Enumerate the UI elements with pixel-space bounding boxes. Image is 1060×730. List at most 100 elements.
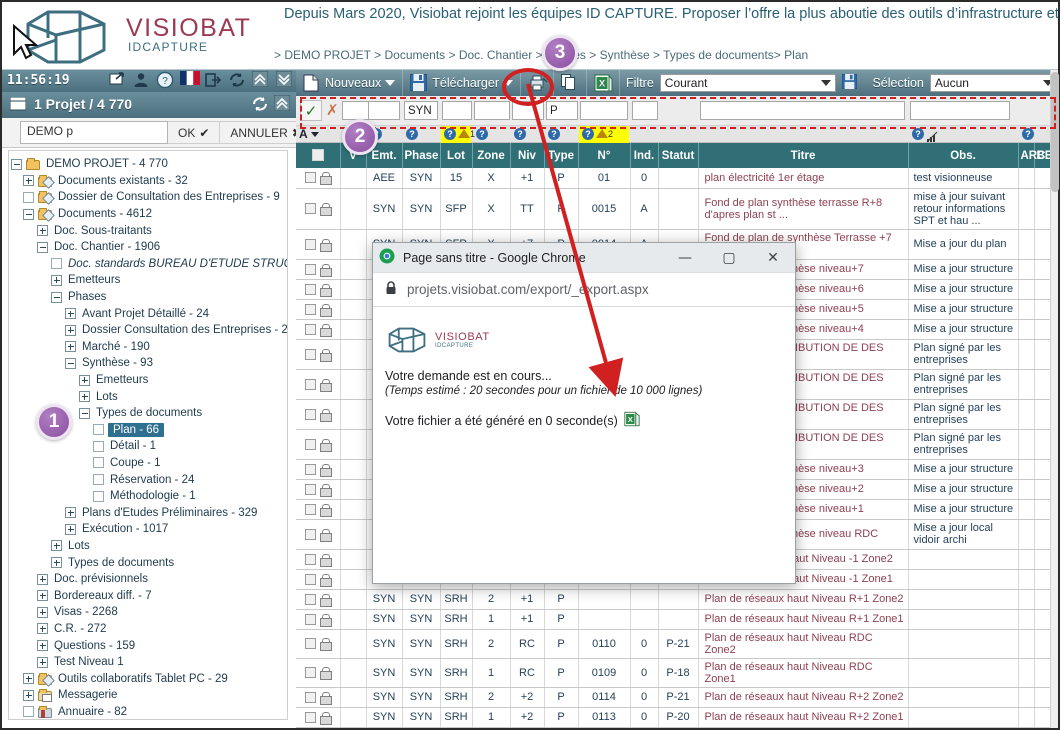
lock-icon[interactable] [320, 691, 333, 705]
row-select-cell[interactable] [296, 687, 341, 708]
row-select-cell[interactable] [296, 479, 341, 500]
export-dialog-window[interactable]: Page sans titre - Google Chrome — ▢ ✕ pr… [372, 242, 796, 584]
expand-icon[interactable] [65, 324, 76, 336]
tree-node[interactable]: Dossier Consultation des Entreprises - 2… [11, 322, 287, 339]
expand-icon[interactable] [23, 175, 34, 187]
tree-node[interactable]: Réservation - 24 [11, 471, 287, 488]
lock-icon[interactable] [320, 463, 333, 477]
row-select-cell[interactable] [296, 459, 341, 480]
col-header-statut[interactable]: Statut [658, 143, 699, 168]
tree-node[interactable]: Marché - 190 [11, 339, 287, 356]
user-icon[interactable] [132, 71, 150, 89]
tree-node[interactable]: Questions - 159 [11, 637, 287, 654]
lock-icon[interactable] [320, 348, 333, 362]
row-checkbox[interactable] [305, 553, 317, 565]
col-header-ind[interactable]: Ind. [630, 143, 659, 168]
expand-icon[interactable] [37, 225, 48, 237]
tree-node[interactable]: Méthodologie - 1 [11, 488, 287, 505]
lock-icon[interactable] [320, 638, 333, 652]
collapse-all-icon[interactable] [251, 70, 270, 89]
tree-node[interactable]: Annuaire - 82 [11, 704, 287, 719]
copy-button[interactable] [554, 70, 587, 96]
tree-node[interactable]: Avant Projet Détaillé - 24 [11, 305, 287, 322]
row-checkbox[interactable] [305, 238, 317, 250]
tree-node[interactable]: Documents existants - 32 [11, 173, 287, 190]
tree-node[interactable]: Phases [11, 289, 287, 306]
col-header-lot[interactable]: Lot [440, 143, 473, 168]
column-help-icon[interactable]: ? [514, 128, 526, 140]
tree-node[interactable]: Doc. Sous-traitants [11, 222, 287, 239]
lock-icon[interactable] [320, 283, 333, 297]
row-select-cell[interactable] [296, 168, 341, 189]
col-header-arc[interactable]: ARC [1018, 143, 1045, 168]
row-select-cell[interactable] [296, 658, 341, 688]
visiobat-logo[interactable]: VISIOBAT IDCAPTURE [18, 6, 278, 66]
tree-node[interactable]: Documents - 4612 [11, 206, 287, 223]
collapse-icon[interactable] [65, 357, 76, 369]
collapse-icon[interactable] [23, 208, 34, 220]
leaf-icon[interactable] [93, 474, 104, 486]
tree-node[interactable]: Types de documents [11, 554, 287, 571]
close-icon[interactable]: ✕ [751, 243, 795, 273]
lock-icon[interactable] [320, 378, 333, 392]
sort-ascending-icon[interactable] [596, 129, 608, 138]
leaf-icon[interactable] [93, 457, 104, 469]
row-checkbox[interactable] [305, 573, 317, 585]
row-checkbox[interactable] [305, 203, 317, 215]
row-select-cell[interactable] [296, 727, 341, 728]
selection-select[interactable]: Aucun [929, 74, 1058, 92]
col-header-zone[interactable]: Zone [472, 143, 511, 168]
tree-node[interactable]: Synthèse - 93 [11, 355, 287, 372]
tree-node[interactable]: Test Niveau 1 [11, 654, 287, 671]
leaf-icon[interactable] [23, 191, 34, 203]
lock-icon[interactable] [320, 408, 333, 422]
row-checkbox[interactable] [305, 463, 317, 475]
column-help-icon[interactable]: ? [1022, 128, 1034, 140]
expand-icon[interactable] [51, 274, 62, 286]
maximize-icon[interactable]: ▢ [707, 243, 751, 273]
row-checkbox[interactable] [305, 593, 317, 605]
column-help-icon[interactable]: ? [548, 128, 560, 140]
row-select-cell[interactable] [296, 369, 341, 400]
col-header-obs[interactable]: Obs. [908, 143, 1019, 168]
column-help-icon[interactable]: ? [912, 128, 924, 140]
filtre-select[interactable]: Courant [659, 74, 837, 92]
row-select-cell[interactable] [296, 229, 341, 260]
tree-node[interactable]: Dossier de Consultation des Entreprises … [11, 189, 287, 206]
tree-node[interactable]: DEMO PROJET - 4 770 [11, 156, 287, 173]
tree-node[interactable]: Doc. standards BUREAU D'ETUDE STRUCURE . [11, 256, 287, 273]
lock-icon[interactable] [320, 323, 333, 337]
table-row[interactable]: SYN SYN SRH 2 RC P 0110 0 P-21 Plan de réseaux ha… [296, 629, 1050, 659]
project-collapse-icon[interactable] [273, 94, 292, 113]
col-header-phase[interactable]: Phase [402, 143, 441, 168]
row-select-cell[interactable] [296, 569, 341, 590]
refresh-icon[interactable] [228, 71, 246, 89]
save-filter-button[interactable] [836, 70, 866, 96]
table-row[interactable]: SYN SYN SRH 2 +2 P 0114 0 P-21 Plan de réseaux ha… [296, 687, 1050, 708]
export-excel-button[interactable]: X [587, 70, 620, 96]
lock-icon[interactable] [320, 613, 333, 627]
row-checkbox[interactable] [305, 503, 317, 515]
row-select-cell[interactable] [296, 339, 341, 370]
row-select-cell[interactable] [296, 519, 341, 550]
col-header-niv[interactable]: Niv [510, 143, 545, 168]
minimize-icon[interactable]: — [663, 243, 707, 273]
dialog-address-bar[interactable]: projets.visiobat.com/export/_export.aspx [373, 273, 795, 307]
row-checkbox[interactable] [305, 408, 317, 420]
breadcrumb[interactable]: > DEMO PROJET > Documents > Doc. Chantie… [274, 48, 808, 62]
tree-node[interactable]: Visas - 2268 [11, 604, 287, 621]
collapse-icon[interactable] [79, 407, 90, 419]
row-checkbox[interactable] [305, 528, 317, 540]
column-help-icon[interactable]: ? [444, 128, 456, 140]
row-select-cell[interactable] [296, 188, 341, 230]
lock-icon[interactable] [320, 438, 333, 452]
expand-icon[interactable] [79, 391, 90, 403]
col-header-be[interactable]: BE [1034, 143, 1050, 168]
row-checkbox[interactable] [305, 667, 317, 679]
row-checkbox[interactable] [305, 613, 317, 625]
row-select-cell[interactable] [296, 279, 341, 300]
tree-node[interactable]: Doc. prévisionnels [11, 571, 287, 588]
row-select-cell[interactable] [296, 299, 341, 320]
tree-node[interactable]: Messagerie [11, 687, 287, 704]
row-select-cell[interactable] [296, 609, 341, 630]
